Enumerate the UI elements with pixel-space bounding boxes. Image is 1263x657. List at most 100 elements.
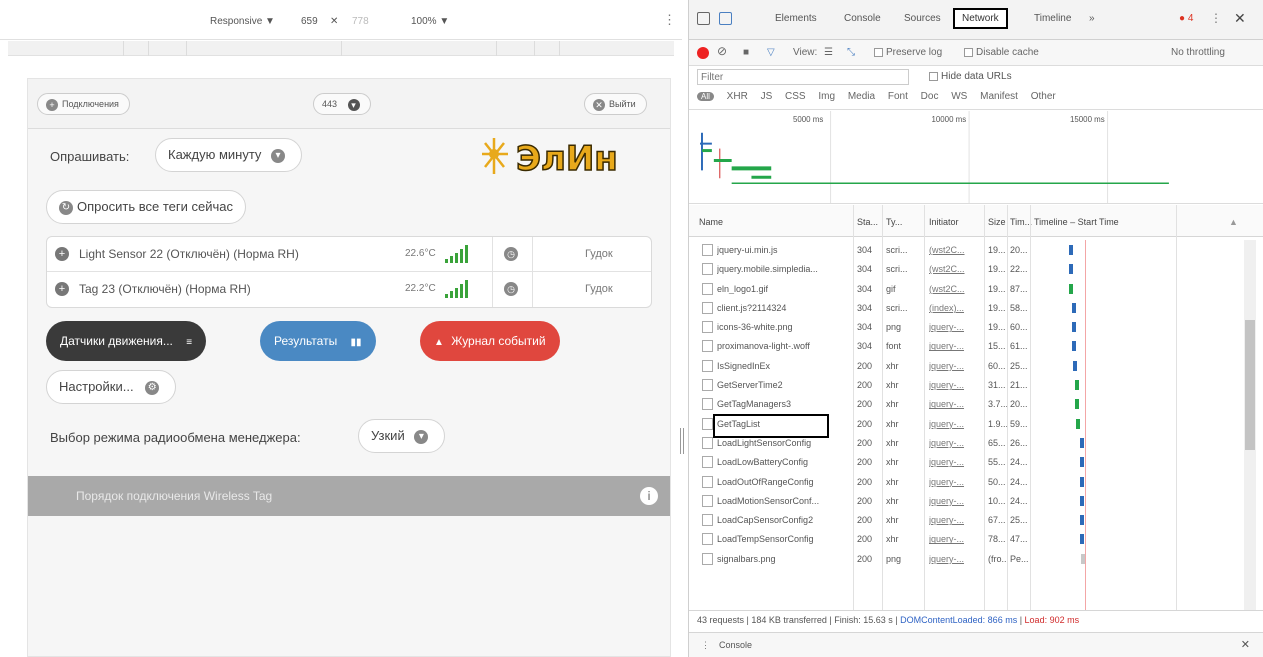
type-filter-other[interactable]: Other [1031, 91, 1056, 102]
zoom-select[interactable]: 100% ▼ [411, 16, 449, 27]
radio-mode-select[interactable]: Узкий ▾ [358, 419, 446, 453]
filter-icon[interactable]: ▽ [767, 47, 775, 58]
beep-button[interactable]: Гудок [585, 283, 613, 295]
type-filter-js[interactable]: JS [761, 91, 773, 102]
results-button[interactable]: Результаты ▮▮ [260, 321, 376, 361]
preserve-log-checkbox[interactable]: Preserve log [874, 47, 942, 58]
tab-sources[interactable]: Sources [904, 13, 941, 24]
type-filter-css[interactable]: CSS [785, 91, 806, 102]
tab-elements[interactable]: Elements [775, 13, 817, 24]
request-name[interactable]: LoadLowBatteryConfig [717, 457, 847, 467]
request-initiator[interactable]: jquery-... [929, 554, 981, 564]
filter-input[interactable] [697, 69, 909, 85]
logout-button[interactable]: ✕ Выйти [584, 93, 647, 115]
request-name[interactable]: eln_logo1.gif [717, 284, 847, 294]
tab-network[interactable]: Network [953, 8, 1008, 29]
request-name[interactable]: GetTagManagers3 [717, 399, 847, 409]
type-filter-manifest[interactable]: Manifest [980, 91, 1018, 102]
device-more-icon[interactable]: ⋮ [663, 12, 676, 28]
type-filter-font[interactable]: Font [888, 91, 908, 102]
wireless-connect-bar[interactable]: Порядок подключения Wireless Tag i [28, 476, 670, 516]
type-filter-xhr[interactable]: XHR [727, 91, 748, 102]
tab-timeline[interactable]: Timeline [1034, 13, 1071, 24]
type-filter-img[interactable]: Img [818, 91, 835, 102]
console-drawer-tab[interactable]: Console [719, 633, 752, 657]
type-filter-media[interactable]: Media [848, 91, 875, 102]
request-name[interactable]: jquery-ui.min.js [717, 245, 847, 255]
event-journal-button[interactable]: ▲ Журнал событий [420, 321, 560, 361]
sort-arrow-icon[interactable]: ▲ [1229, 217, 1238, 227]
request-name[interactable]: IsSignedInEx [717, 361, 847, 371]
request-name[interactable]: icons-36-white.png [717, 322, 847, 332]
column-time[interactable]: Tim... [1010, 217, 1032, 227]
request-name[interactable]: jquery.mobile.simpledia... [717, 264, 847, 274]
column-initiator[interactable]: Initiator [929, 217, 959, 227]
request-initiator[interactable]: jquery-... [929, 515, 981, 525]
console-drawer-bar[interactable]: ⋮ Console ✕ [689, 632, 1263, 657]
poll-interval-select[interactable]: Каждую минуту ▾ [155, 138, 303, 172]
device-toggle-icon[interactable] [719, 12, 732, 25]
request-initiator[interactable]: jquery-... [929, 399, 981, 409]
drawer-menu-icon[interactable]: ⋮ [701, 633, 710, 657]
close-icon[interactable]: ✕ [1234, 10, 1246, 27]
request-name[interactable]: proximanova-light-.woff [717, 341, 847, 351]
media-query-ruler[interactable] [8, 41, 674, 56]
hide-data-urls-checkbox[interactable]: Hide data URLs [929, 71, 1012, 82]
throttling-select[interactable]: No throttling [1171, 47, 1225, 58]
request-initiator[interactable]: (wst2C... [929, 284, 981, 294]
info-icon[interactable]: i [640, 487, 658, 505]
type-filter-all[interactable]: All [697, 92, 714, 101]
motion-sensors-button[interactable]: Датчики движения... ≡ [46, 321, 207, 361]
request-name[interactable]: LoadCapSensorConfig2 [717, 515, 847, 525]
type-filter-ws[interactable]: WS [951, 91, 967, 102]
clock-icon[interactable]: ◷ [504, 282, 518, 296]
connections-button[interactable]: + Подключения [37, 93, 130, 115]
request-name[interactable]: signalbars.png [717, 554, 847, 564]
inspect-icon[interactable] [697, 12, 710, 25]
request-initiator[interactable]: jquery-... [929, 322, 981, 332]
camera-icon[interactable]: ■ [743, 47, 749, 58]
request-initiator[interactable]: jquery-... [929, 380, 981, 390]
request-initiator[interactable]: jquery-... [929, 361, 981, 371]
expand-icon[interactable]: + [55, 282, 69, 296]
poll-all-button[interactable]: ↻ Опросить все теги сейчас [46, 190, 246, 224]
clear-icon[interactable]: ⊘ [717, 44, 727, 58]
column-size[interactable]: Size [988, 217, 1006, 227]
request-name[interactable]: LoadOutOfRangeConfig [717, 477, 847, 487]
column-name[interactable]: Name [699, 217, 723, 227]
request-name[interactable]: LoadLightSensorConfig [717, 438, 847, 448]
request-initiator[interactable]: (index)... [929, 303, 981, 313]
devtools-menu-icon[interactable]: ⋮ [1210, 11, 1222, 25]
request-initiator[interactable]: jquery-... [929, 438, 981, 448]
device-mode-select[interactable]: Responsive ▼ [210, 16, 275, 27]
counter-select[interactable]: 443 ▾ [313, 93, 371, 115]
waterfall-view-icon[interactable]: ⤡ [847, 47, 855, 58]
error-count-badge[interactable]: ● 4 [1179, 13, 1193, 24]
record-icon[interactable] [697, 47, 709, 59]
request-initiator[interactable]: (wst2C... [929, 245, 981, 255]
request-name[interactable]: client.js?2114324 [717, 303, 847, 313]
beep-button[interactable]: Гудок [585, 248, 613, 260]
panel-splitter[interactable] [680, 428, 684, 454]
settings-button[interactable]: Настройки... ⚙ [46, 370, 177, 404]
request-initiator[interactable]: jquery-... [929, 341, 981, 351]
tag-row[interactable]: + Light Sensor 22 (Отключён) (Норма RH) … [47, 237, 651, 272]
type-filter-doc[interactable]: Doc [921, 91, 939, 102]
close-icon[interactable]: ✕ [1241, 633, 1250, 657]
column-status[interactable]: Sta... [857, 217, 878, 227]
column-timeline[interactable]: Timeline – Start Time [1034, 217, 1119, 227]
network-overview[interactable]: 5000 ms 10000 ms 15000 ms [689, 111, 1263, 204]
viewport-height-input[interactable]: 778 [352, 16, 369, 27]
request-initiator[interactable]: (wst2C... [929, 264, 981, 274]
request-name[interactable]: LoadMotionSensorConf... [717, 496, 847, 506]
request-table-scrollbar[interactable] [1244, 240, 1256, 610]
request-initiator[interactable]: jquery-... [929, 496, 981, 506]
more-tabs-icon[interactable]: » [1089, 13, 1095, 24]
request-initiator[interactable]: jquery-... [929, 477, 981, 487]
list-view-icon[interactable]: ☰ [824, 47, 833, 58]
request-initiator[interactable]: jquery-... [929, 419, 981, 429]
request-initiator[interactable]: jquery-... [929, 534, 981, 544]
expand-icon[interactable]: + [55, 247, 69, 261]
request-name[interactable]: GetServerTime2 [717, 380, 847, 390]
viewport-width-input[interactable]: 659 [301, 16, 318, 27]
